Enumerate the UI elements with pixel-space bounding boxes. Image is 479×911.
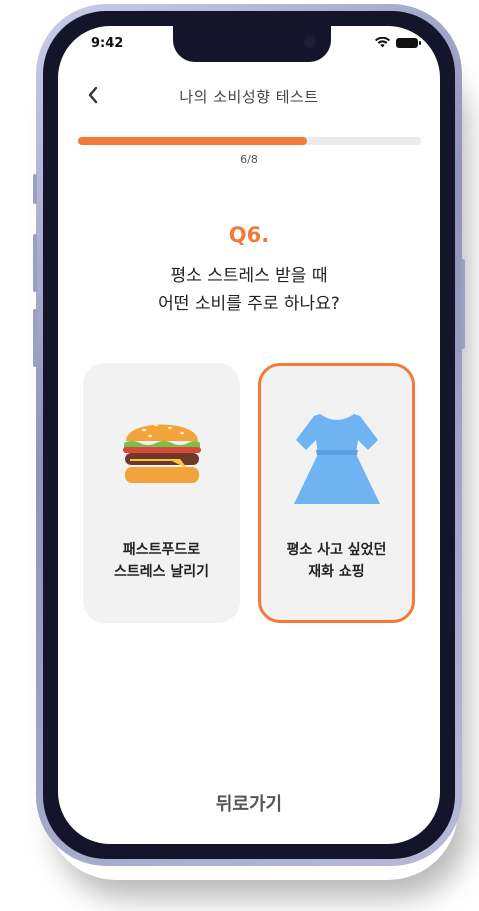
phone-bezel: 9:42 나의 소비성향 테스트 6/8 Q6. 평소 스트레스 받을 때 어떤… <box>43 11 455 859</box>
volume-up-button <box>33 234 37 292</box>
question-text: 평소 스트레스 받을 때 어떤 소비를 주로 하나요? <box>58 262 440 318</box>
burger-icon <box>83 411 240 489</box>
wifi-icon <box>375 37 390 48</box>
page-title: 나의 소비성향 테스트 <box>179 88 319 106</box>
question-line-1: 평소 스트레스 받을 때 <box>170 266 328 286</box>
go-back-button[interactable]: 뒤로가기 <box>58 790 440 816</box>
status-icons <box>375 37 421 48</box>
screen: 9:42 나의 소비성향 테스트 6/8 Q6. 평소 스트레스 받을 때 어떤… <box>58 26 440 844</box>
option-label-line-1: 패스트푸드로 <box>122 542 201 558</box>
option-card-fastfood[interactable]: 패스트푸드로 스트레스 날리기 <box>83 363 240 623</box>
header: 나의 소비성향 테스트 <box>58 82 440 112</box>
volume-down-button <box>33 309 37 367</box>
question-number: Q6. <box>228 223 270 247</box>
option-label-line-1: 평소 사고 싶었던 <box>286 542 387 558</box>
question-line-2: 어떤 소비를 주로 하나요? <box>158 294 340 314</box>
mute-switch <box>33 174 37 204</box>
power-button <box>461 259 465 349</box>
option-label-shopping: 평소 사고 싶었던 재화 쇼핑 <box>261 539 412 583</box>
phone-frame: 9:42 나의 소비성향 테스트 6/8 Q6. 평소 스트레스 받을 때 어떤… <box>33 4 465 866</box>
option-label-fastfood: 패스트푸드로 스트레스 날리기 <box>83 539 240 583</box>
progress-label: 6/8 <box>240 153 258 166</box>
progress-fill <box>78 137 307 145</box>
front-camera <box>301 33 319 51</box>
battery-icon <box>396 37 421 48</box>
status-time: 9:42 <box>91 36 124 51</box>
progress-bar <box>78 137 421 145</box>
option-card-shopping[interactable]: 평소 사고 싶었던 재화 쇼핑 <box>258 363 415 623</box>
dress-icon <box>261 410 412 508</box>
notch <box>173 26 331 62</box>
option-label-line-2: 스트레스 날리기 <box>113 564 210 580</box>
option-label-line-2: 재화 쇼핑 <box>308 564 365 580</box>
